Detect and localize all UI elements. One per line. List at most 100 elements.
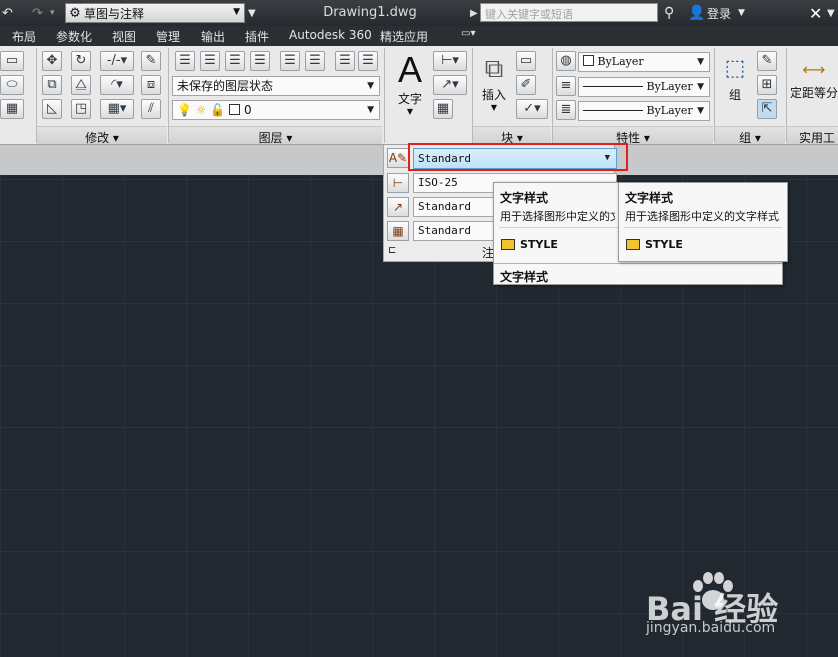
text-tool-label: 文字 xyxy=(397,92,422,106)
layer-walk-icon[interactable]: ☰ xyxy=(335,51,355,71)
undo-icon[interactable]: ↶ xyxy=(2,0,13,26)
stretch-icon[interactable]: ◺ xyxy=(42,99,62,119)
erase-icon[interactable]: ✎ xyxy=(141,51,161,71)
copy-icon[interactable]: ⧉ xyxy=(42,75,62,95)
lineweight-combo[interactable]: ByLayer ▼ xyxy=(578,101,710,121)
layer-off-icon[interactable]: ☰ xyxy=(225,51,245,71)
login-label[interactable]: 登录 xyxy=(707,0,731,26)
layer-properties-icon[interactable]: ☰ xyxy=(175,51,195,71)
group-icon: ⬚ xyxy=(724,56,746,81)
workspace-switcher[interactable]: ⚙ 草图与注释 ▼ xyxy=(65,3,245,23)
linetype-combo[interactable]: ByLayer ▼ xyxy=(578,77,710,97)
tooltip-command: STYLE xyxy=(520,238,558,251)
redo-dropdown-icon[interactable]: ▾ xyxy=(50,0,55,26)
layer-previous-icon[interactable]: ☰ xyxy=(305,51,325,71)
command-icon xyxy=(626,239,640,250)
color-wheel-icon[interactable]: ◍ xyxy=(556,51,576,71)
unlock-icon: 🔓 xyxy=(210,103,226,117)
tab-autodesk360[interactable]: Autodesk 360 xyxy=(289,28,372,42)
panel-layers-label[interactable]: 图层 ▾ xyxy=(169,126,382,145)
dimension-style-icon[interactable]: ⊢ xyxy=(387,173,409,193)
group-select-icon[interactable]: ⇱ xyxy=(757,99,777,119)
tab-layout[interactable]: 布局 xyxy=(12,28,36,45)
scale-icon[interactable]: ◳ xyxy=(71,99,91,119)
array-icon[interactable]: ▦▾ xyxy=(100,99,134,119)
layer-match-icon[interactable]: ☰ xyxy=(280,51,300,71)
exchange-dropdown-icon[interactable]: ▼ xyxy=(827,0,835,26)
quick-access-menu-icon[interactable]: ▼ xyxy=(248,0,256,26)
redo-icon[interactable]: ↷ xyxy=(32,0,43,26)
login-dropdown-icon[interactable]: ▼ xyxy=(738,0,745,26)
lightbulb-icon: 💡 xyxy=(177,103,192,117)
linetype-icon[interactable]: ≡ xyxy=(556,76,576,96)
dimension-icon[interactable]: ⊢▾ xyxy=(433,51,467,71)
tooltip-title: 文字样式 xyxy=(625,191,674,205)
text-style-icon[interactable]: A✎ xyxy=(387,148,409,168)
layer-isolate-icon[interactable]: ☰ xyxy=(200,51,220,71)
multileader-style-icon[interactable]: ↗ xyxy=(387,197,409,217)
block-attribute-icon[interactable]: ✓▾ xyxy=(516,99,548,119)
insert-block-button[interactable]: ⧉ 插入 ▼ xyxy=(478,52,510,112)
fillet-icon[interactable]: ◜▾ xyxy=(100,75,134,95)
chevron-down-icon: ▼ xyxy=(490,103,498,112)
tab-manage[interactable]: 管理 xyxy=(156,28,180,45)
measure-button[interactable]: ⟷ 定距等分 xyxy=(790,56,838,116)
layer-state-combo[interactable]: 未保存的图层状态 ▼ xyxy=(172,76,380,96)
expand-arrow-icon[interactable]: ▶ xyxy=(470,0,478,26)
exchange-icon[interactable]: ✕ xyxy=(809,0,822,26)
document-title: Drawing1.dwg xyxy=(323,5,417,20)
panel-utilities-label[interactable]: 实用工 xyxy=(787,126,838,145)
chevron-down-icon: ▼ xyxy=(233,7,240,17)
binoculars-icon[interactable]: ⚲ xyxy=(664,0,674,26)
ellipse-icon[interactable]: ⬭ xyxy=(0,75,24,95)
panel-modify-label[interactable]: 修改 ▾ xyxy=(37,126,167,145)
group-edit-icon[interactable]: ⊞ xyxy=(757,75,777,95)
leader-icon[interactable]: ↗▾ xyxy=(433,75,467,95)
text-tool-button[interactable]: A 文字 ▼ xyxy=(392,50,428,120)
pin-icon[interactable]: ⊏ xyxy=(388,245,396,256)
insert-icon: ⧉ xyxy=(484,54,504,84)
lineweight-icon[interactable]: ≣ xyxy=(556,100,576,120)
tooltip-title: 文字样式 xyxy=(500,191,549,205)
chevron-down-icon: ▼ xyxy=(697,57,704,67)
tooltip-description: 用于选择图形中定义的文字样式 xyxy=(625,210,779,223)
tab-view[interactable]: 视图 xyxy=(112,28,136,45)
explode-icon[interactable]: ⧈ xyxy=(141,75,161,95)
move-icon[interactable]: ✥ xyxy=(42,51,62,71)
layer-state-icon[interactable]: ☰ xyxy=(358,51,378,71)
sun-icon: ☼ xyxy=(195,103,207,117)
search-input[interactable]: 键入关键字或短语 xyxy=(480,3,658,22)
workspace-label: 草图与注释 xyxy=(84,6,145,21)
hatch-icon[interactable]: ▦ xyxy=(0,99,24,119)
insert-label: 插入 xyxy=(481,88,506,102)
panel-block-label[interactable]: 块 ▾ xyxy=(473,126,551,145)
title-bar: ↶ ↷ ▾ ⚙ 草图与注释 ▼ ▼ Drawing1.dwg ▶ 键入关键字或短… xyxy=(0,0,838,26)
user-icon[interactable]: 👤 xyxy=(688,0,705,26)
offset-icon[interactable]: ⫽ xyxy=(141,99,161,119)
ungroup-icon[interactable]: ✎ xyxy=(757,51,777,71)
rectangle-icon[interactable]: ▭ xyxy=(0,51,24,71)
tab-featured-apps[interactable]: 精选应用 xyxy=(380,28,428,45)
tab-output[interactable]: 输出 xyxy=(201,28,225,45)
panel-group-label[interactable]: 组 ▾ xyxy=(715,126,785,145)
layer-lock-icon[interactable]: ☰ xyxy=(250,51,270,71)
tab-plugins[interactable]: 插件 xyxy=(245,28,269,45)
edit-block-icon[interactable]: ✐ xyxy=(516,75,536,95)
chevron-down-icon: ▼ xyxy=(697,82,704,92)
mirror-icon[interactable]: ⧋ xyxy=(71,75,91,95)
group-button[interactable]: ⬚ 组 xyxy=(720,52,750,112)
table-icon[interactable]: ▦ xyxy=(433,99,453,119)
ribbon-tab-bar: 布局 参数化 视图 管理 输出 插件 Autodesk 360 精选应用 ▭▾ xyxy=(0,26,838,46)
color-combo[interactable]: ByLayer ▼ xyxy=(578,52,710,72)
create-block-icon[interactable]: ▭ xyxy=(516,51,536,71)
trim-icon[interactable]: -/-▾ xyxy=(100,51,134,71)
color-swatch xyxy=(583,55,594,66)
panel-toggle-icon[interactable]: ▭▾ xyxy=(461,28,475,39)
current-layer-combo[interactable]: 💡 ☼ 🔓 0 ▼ xyxy=(172,100,380,120)
tab-parametric[interactable]: 参数化 xyxy=(56,28,92,45)
group-label: 组 xyxy=(728,88,741,102)
table-style-icon[interactable]: ▦ xyxy=(387,221,409,241)
panel-properties-label[interactable]: 特性 ▾ xyxy=(553,126,713,145)
rotate-icon[interactable]: ↻ xyxy=(71,51,91,71)
ribbon: ▭ ⬭ ▦ ✥ ↻ -/-▾ ✎ ⧉ ⧋ ◜▾ ⧈ ◺ ◳ ▦▾ ⫽ 修改 ▾ … xyxy=(0,46,838,145)
